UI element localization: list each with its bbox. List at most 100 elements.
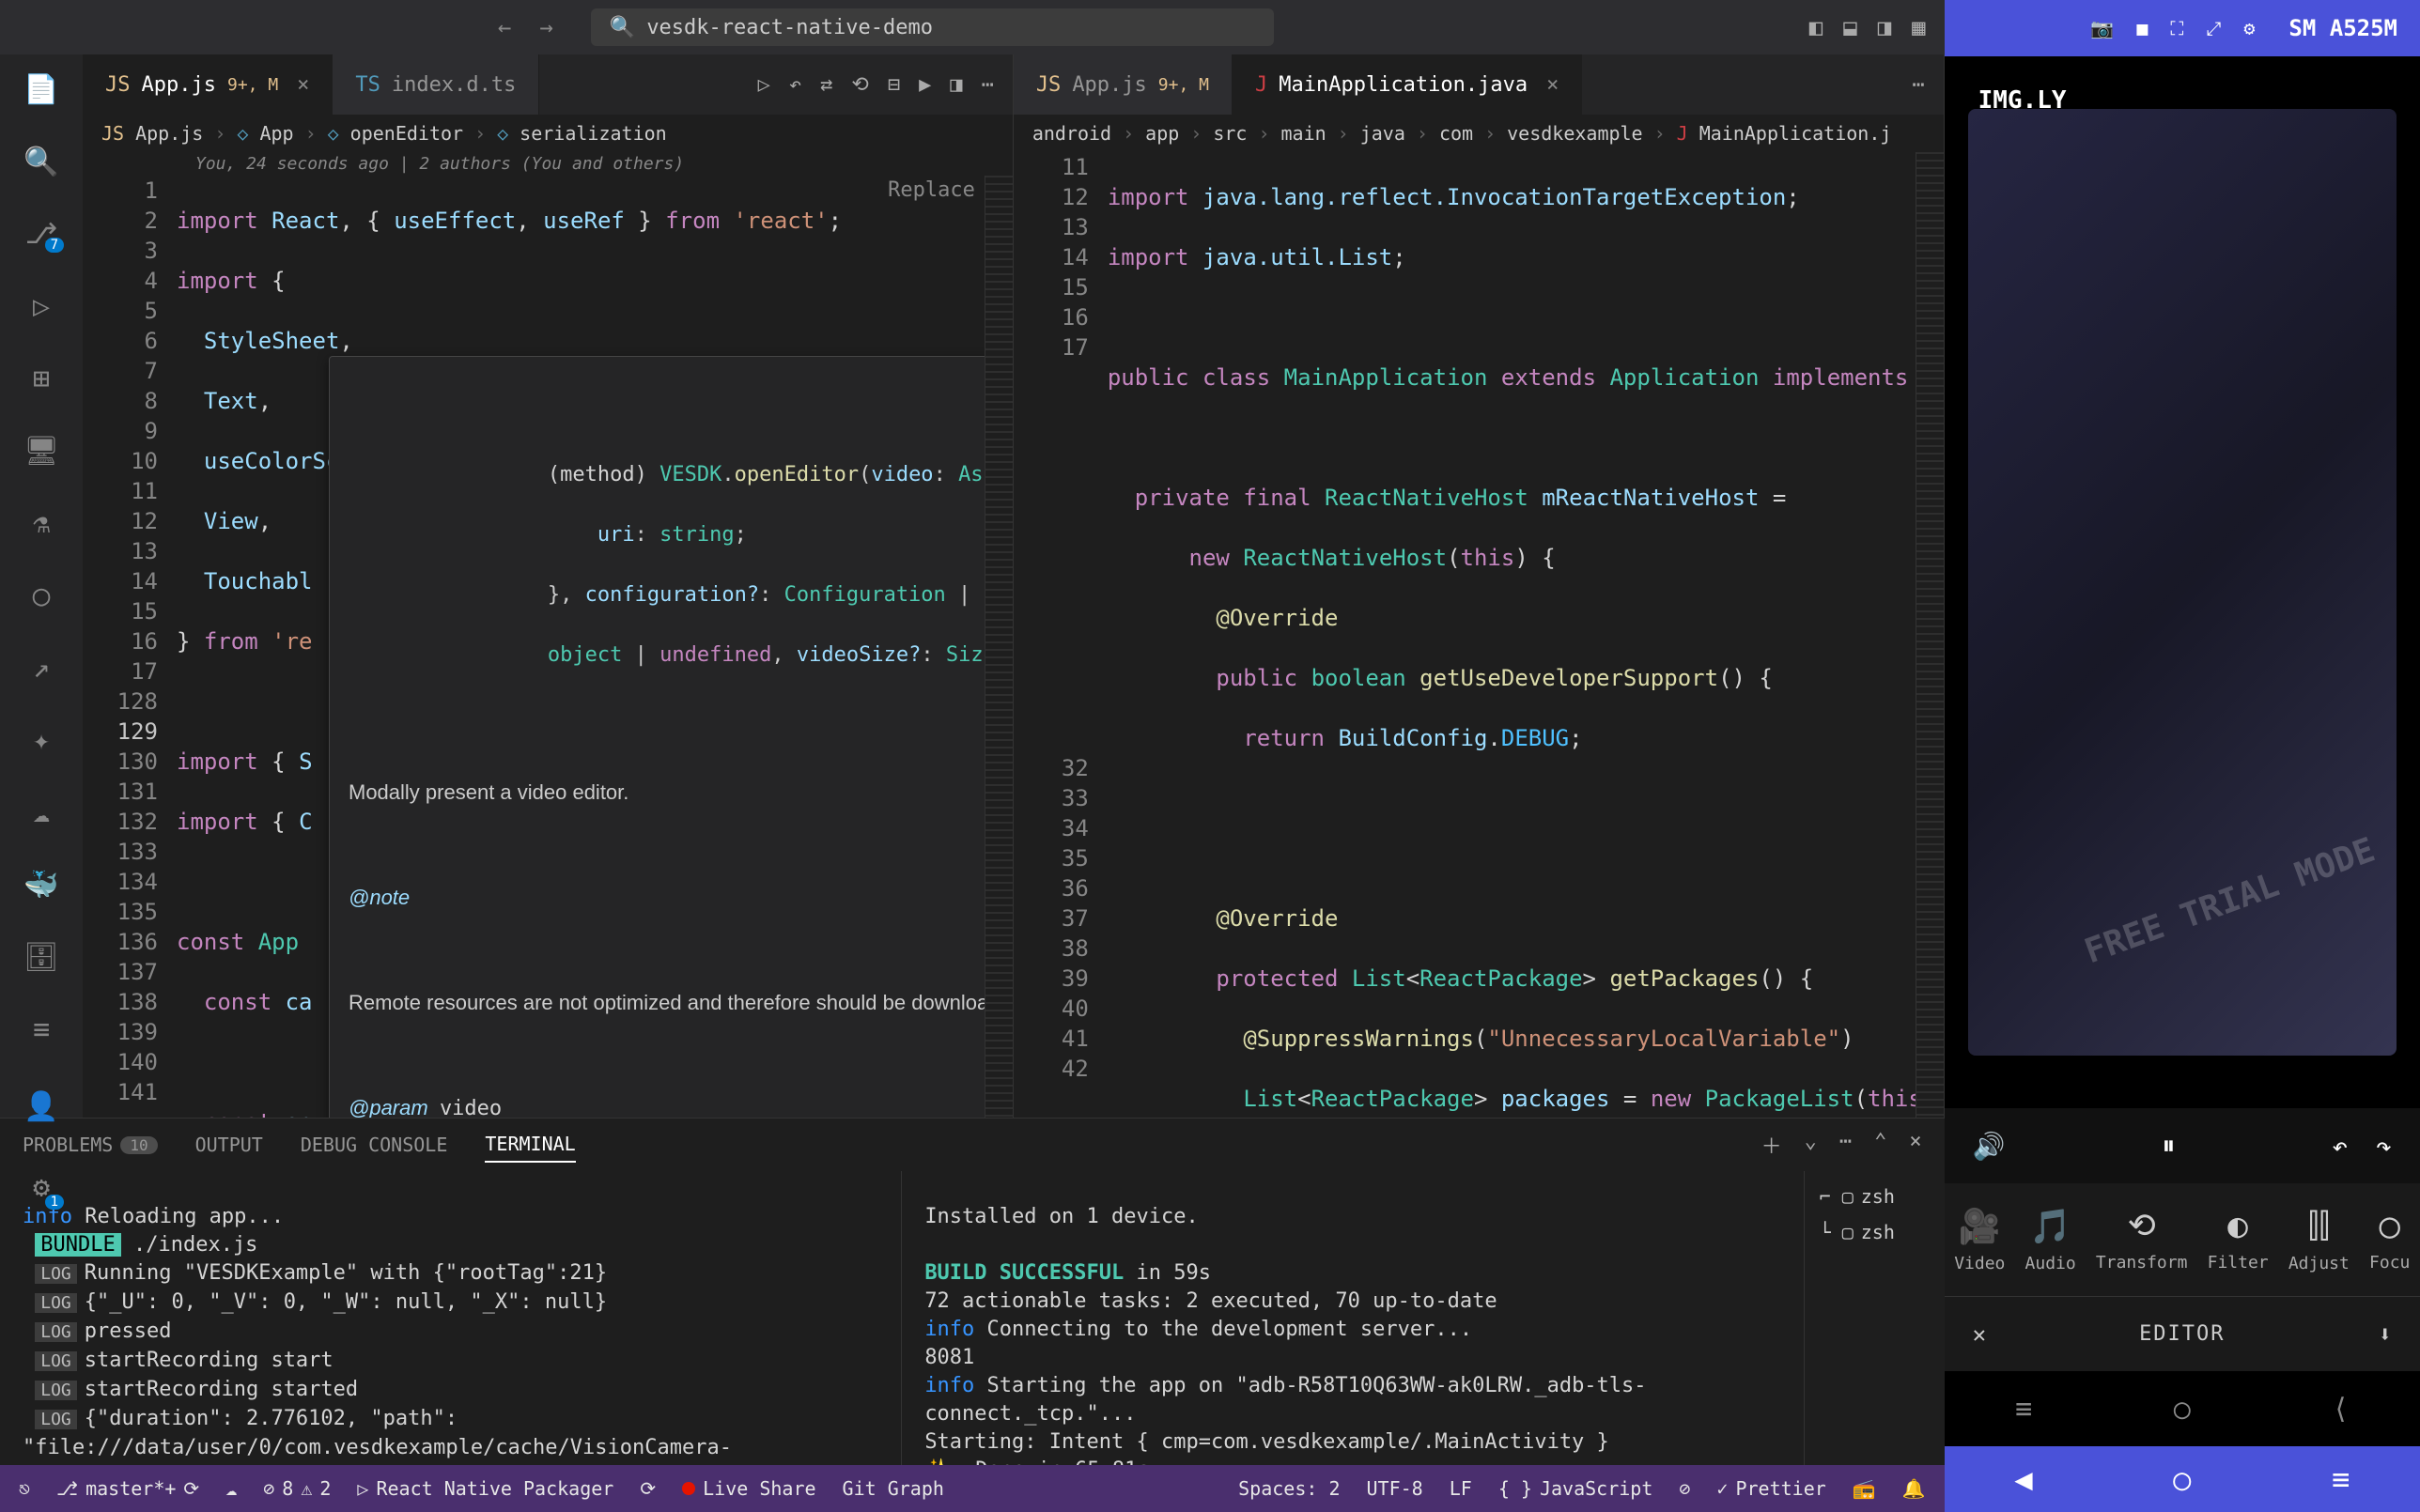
encoding-status[interactable]: UTF-8 bbox=[1367, 1477, 1423, 1500]
command-center-input[interactable]: 🔍 vesdk-react-native-demo bbox=[591, 8, 1274, 46]
back-icon[interactable]: ⟨ bbox=[2333, 1393, 2350, 1426]
nav-forward-icon[interactable]: → bbox=[539, 14, 552, 40]
problems-status[interactable]: ⊘ 8 ⚠ 2 bbox=[263, 1477, 331, 1500]
more-icon[interactable]: ⋯ bbox=[1912, 73, 1924, 97]
layers-icon[interactable]: ≡ bbox=[21, 1013, 62, 1046]
prettier-status[interactable]: ✓ Prettier bbox=[1716, 1477, 1825, 1500]
layout-bottom-icon[interactable]: ⬓ bbox=[1843, 14, 1856, 40]
panel-tab-terminal[interactable]: TERMINAL bbox=[485, 1127, 575, 1163]
extensions-icon[interactable]: ⊞ bbox=[21, 363, 62, 395]
terminal-tab-zsh-2[interactable]: └ ▢ zsh bbox=[1812, 1214, 1937, 1250]
diff-icon[interactable]: ⊟ bbox=[888, 73, 900, 97]
minimap-right[interactable] bbox=[1916, 152, 1944, 1118]
pause-icon[interactable]: ⏸ bbox=[2162, 1130, 2175, 1162]
terminal-pane-1[interactable]: info Reloading app... BUNDLE ./index.js … bbox=[0, 1171, 902, 1465]
gitlens-icon[interactable]: ✦ bbox=[21, 724, 62, 757]
tab-app-js-2[interactable]: JS App.js 9+, M bbox=[1014, 54, 1233, 115]
more-icon[interactable]: ⋯ bbox=[982, 73, 994, 97]
history-icon[interactable]: ⟲ bbox=[851, 73, 868, 97]
play-icon[interactable]: ▶ bbox=[919, 73, 931, 97]
scrcpy-back-icon[interactable]: ◀ bbox=[2014, 1461, 2032, 1497]
tab-app-js[interactable]: JS App.js 9+, M × bbox=[83, 54, 333, 115]
tool-video[interactable]: 🎥Video bbox=[1954, 1207, 2005, 1273]
packager-status[interactable]: ▷ React Native Packager bbox=[357, 1477, 613, 1500]
search-activity-icon[interactable]: 🔍 bbox=[21, 146, 62, 178]
tool-transform[interactable]: ⟲Transform bbox=[2096, 1207, 2188, 1273]
expand-icon[interactable]: ⤢ bbox=[2206, 17, 2221, 39]
layout-customize-icon[interactable]: ▦ bbox=[1912, 14, 1925, 40]
settings-icon[interactable]: ⚙ bbox=[2243, 17, 2255, 39]
panel-tab-output[interactable]: OUTPUT bbox=[195, 1128, 263, 1162]
phone-screen[interactable]: IMG.LY FREE TRIAL MODE 🔊 ⏸ ↶ ↷ 🎥Video 🎵A… bbox=[1945, 56, 2420, 1446]
explorer-icon[interactable]: 📄 bbox=[21, 73, 62, 106]
tool-audio[interactable]: 🎵Audio bbox=[2025, 1207, 2076, 1273]
code-content-left[interactable]: import React, { useEffect, useRef } from… bbox=[177, 176, 985, 1118]
language-status[interactable]: { } JavaScript bbox=[1498, 1477, 1653, 1500]
notifications-icon[interactable]: 🔔 bbox=[1902, 1477, 1926, 1500]
remote-indicator[interactable]: ⎋ bbox=[19, 1477, 30, 1500]
maximize-panel-icon[interactable]: ⌃ bbox=[1874, 1130, 1886, 1160]
run-icon[interactable]: ▷ bbox=[758, 73, 770, 97]
source-control-icon[interactable]: ⎇7 bbox=[21, 218, 62, 251]
breadcrumb-right[interactable]: android› app› src› main› java› com› vesd… bbox=[1014, 115, 1944, 152]
nav-back-icon[interactable]: ← bbox=[498, 14, 511, 40]
terminal[interactable]: info Reloading app... BUNDLE ./index.js … bbox=[0, 1171, 1945, 1465]
tool-focus[interactable]: ◯Focu bbox=[2369, 1207, 2410, 1273]
video-record-icon[interactable]: ■ bbox=[2136, 17, 2148, 39]
cloud-icon[interactable]: ☁ bbox=[21, 796, 62, 829]
code-editor-left[interactable]: 1234567891011121314151617 12812913013113… bbox=[83, 176, 1013, 1118]
code-editor-right[interactable]: 11121314151617 3233343536373839404142 im… bbox=[1014, 152, 1944, 1118]
sync-icon[interactable]: ⟳ bbox=[640, 1477, 656, 1500]
recents-icon[interactable]: ≡ bbox=[2015, 1393, 2032, 1426]
database-icon[interactable]: 🗄 bbox=[21, 941, 62, 974]
live-share-status[interactable]: Live Share bbox=[682, 1477, 815, 1500]
panel-tab-debug-console[interactable]: DEBUG CONSOLE bbox=[301, 1128, 448, 1162]
docker-icon[interactable]: 🐳 bbox=[21, 869, 62, 902]
panel-tab-problems[interactable]: PROBLEMS 10 bbox=[23, 1128, 158, 1162]
home-icon[interactable]: ○ bbox=[2174, 1393, 2191, 1426]
github-icon[interactable]: ◯ bbox=[21, 579, 62, 612]
testing-icon[interactable]: ⚗ bbox=[21, 507, 62, 540]
undo-icon[interactable]: ↶ bbox=[2332, 1131, 2348, 1162]
video-preview[interactable]: IMG.LY FREE TRIAL MODE bbox=[1945, 56, 2420, 1108]
editor-export-icon[interactable]: ⬇ bbox=[2379, 1321, 2392, 1348]
layout-left-icon[interactable]: ◧ bbox=[1809, 14, 1823, 40]
scrcpy-home-icon[interactable]: ○ bbox=[2173, 1461, 2191, 1497]
eol-status[interactable]: LF bbox=[1450, 1477, 1472, 1500]
tool-filter[interactable]: ◐Filter bbox=[2208, 1207, 2269, 1273]
scrcpy-recents-icon[interactable]: ≡ bbox=[2332, 1461, 2350, 1497]
fullscreen-icon[interactable]: ⛶ bbox=[2170, 17, 2183, 39]
minimap-left[interactable] bbox=[985, 176, 1013, 1118]
spaces-status[interactable]: Spaces: 2 bbox=[1238, 1477, 1340, 1500]
terminal-tab-zsh-1[interactable]: ⌐ ▢ zsh bbox=[1812, 1179, 1937, 1214]
terminal-pane-2[interactable]: Installed on 1 device. BUILD SUCCESSFUL … bbox=[902, 1171, 1803, 1465]
close-icon[interactable]: × bbox=[1546, 73, 1559, 97]
editor-close-icon[interactable]: ✕ bbox=[1973, 1321, 1986, 1348]
volume-icon[interactable]: 🔊 bbox=[1973, 1131, 2006, 1162]
breadcrumb-left[interactable]: JS App.js› ◇ App› ◇ openEditor› ◇ serial… bbox=[83, 115, 1013, 152]
more-panel-icon[interactable]: ⋯ bbox=[1839, 1130, 1852, 1160]
live-share-icon[interactable]: ↗ bbox=[21, 652, 62, 685]
replace-hint[interactable]: Replace bbox=[888, 176, 975, 206]
tool-adjust[interactable]: ⫿⫿Adjust bbox=[2288, 1207, 2350, 1273]
layout-right-icon[interactable]: ◨ bbox=[1878, 14, 1891, 40]
feedback-icon[interactable]: 📻 bbox=[1853, 1477, 1876, 1500]
code-content-right[interactable]: import java.lang.reflect.InvocationTarge… bbox=[1108, 152, 1916, 1118]
settings-gear-icon[interactable]: ⚙1 bbox=[21, 1166, 62, 1208]
account-icon[interactable]: 👤 bbox=[21, 1086, 62, 1127]
camera-icon[interactable]: 📷 bbox=[2090, 17, 2114, 39]
branch-status[interactable]: ⎇ master*+ ⟳ bbox=[56, 1477, 199, 1500]
revert-icon[interactable]: ↶ bbox=[789, 73, 801, 97]
remote-explorer-icon[interactable]: 🖥 bbox=[21, 435, 62, 468]
redo-icon[interactable]: ↷ bbox=[2376, 1131, 2392, 1162]
tab-main-application[interactable]: J MainApplication.java × bbox=[1233, 54, 1582, 115]
split-terminal-icon[interactable]: ⌄ bbox=[1805, 1130, 1817, 1160]
compare-icon[interactable]: ⇄ bbox=[820, 73, 832, 97]
tab-index-dts[interactable]: TS index.d.ts bbox=[333, 54, 539, 115]
eslint-icon[interactable]: ⊘ bbox=[1679, 1477, 1690, 1500]
close-icon[interactable]: × bbox=[297, 73, 309, 97]
close-panel-icon[interactable]: × bbox=[1909, 1130, 1921, 1160]
new-terminal-icon[interactable]: ＋ bbox=[1761, 1130, 1782, 1160]
cloud-sync-icon[interactable]: ☁ bbox=[225, 1477, 237, 1500]
debug-icon[interactable]: ▷ bbox=[21, 290, 62, 323]
